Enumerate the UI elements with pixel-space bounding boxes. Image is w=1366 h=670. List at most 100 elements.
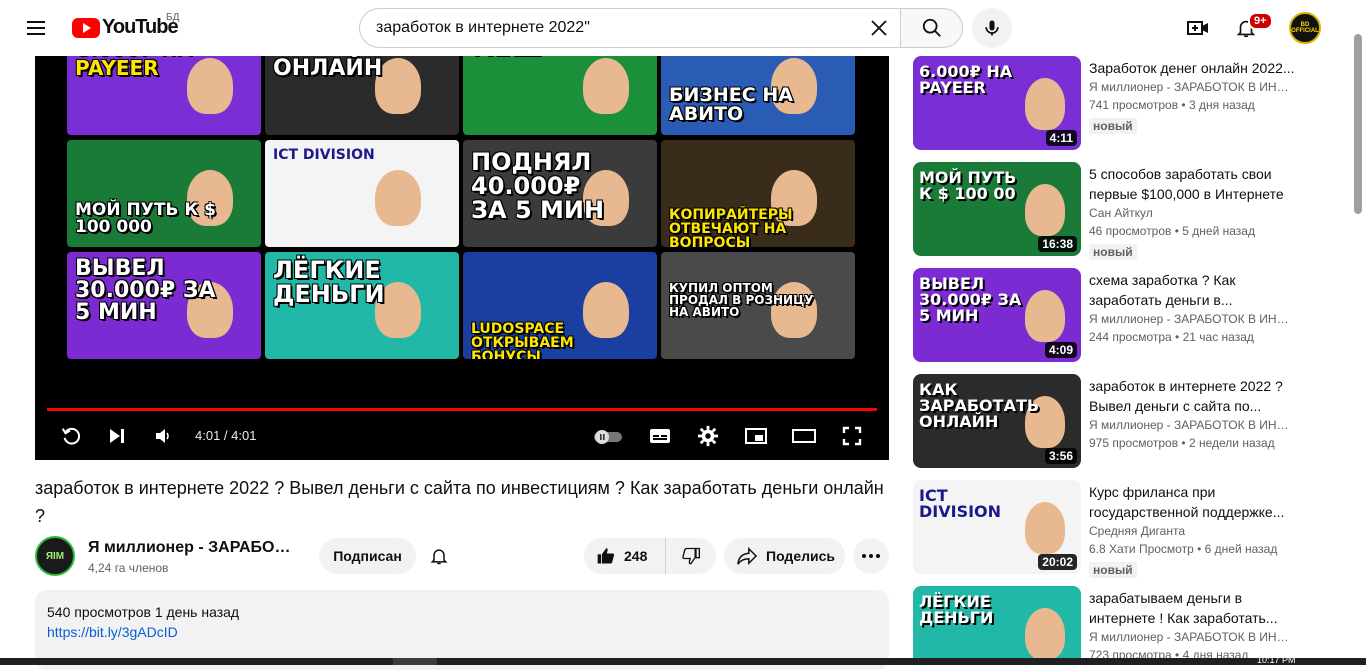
thumbnail-caption: ВЫВЕЛ 30.000₽ ЗА 5 МИН <box>919 274 1022 325</box>
view-count: 975 просмотров <box>1089 436 1179 450</box>
recommendation-thumbnail[interactable]: ICT DIVISION 20:02 <box>913 480 1081 574</box>
end-screen-video[interactable]: МОЙ ПУТЬ К $ 100 000 <box>67 140 261 247</box>
miniplayer-icon <box>745 428 767 444</box>
recommendation-title[interactable]: Курс фриланса при государственной поддер… <box>1089 482 1299 522</box>
recommendation-channel[interactable]: Я миллионер - ЗАРАБОТОК В ИНТ... <box>1089 80 1289 94</box>
thumbnail-person <box>1025 184 1065 236</box>
skip-next-icon <box>110 429 124 443</box>
close-icon <box>871 20 887 36</box>
recommendation-thumbnail[interactable]: 6.000₽ НА PAYEER 4:11 <box>913 56 1081 150</box>
recommendation-item[interactable]: ВЫВЕЛ 30.000₽ ЗА 5 МИН 4:09 схема заработк… <box>913 268 1338 364</box>
recommendation-title[interactable]: 5 способов заработать свои первые $100,0… <box>1089 164 1299 204</box>
next-button[interactable] <box>105 418 129 454</box>
end-screen-caption: ЛЁГКИЕ ДЕНЬГИ <box>273 256 385 308</box>
recommendation-meta: 975 просмотров • 2 недели назад <box>1089 436 1275 450</box>
recommendation-title[interactable]: Заработок денег онлайн 2022... <box>1089 58 1299 78</box>
thumbnail-person <box>375 170 421 226</box>
description-link[interactable]: https://bit.ly/3gADcID <box>47 624 877 640</box>
video-player[interactable]: 8.000₽ НА PAYEER ЗАРАБОТАТЬ ОНЛАЙН КЕШ БИЗН… <box>35 56 889 460</box>
create-video-button[interactable] <box>1178 8 1218 48</box>
subscribed-button[interactable]: Подписан <box>319 538 416 574</box>
share-button[interactable]: Поделись <box>724 538 845 574</box>
view-count: 244 просмотра <box>1089 330 1172 344</box>
thumbnail-caption: МОЙ ПУТЬ К $ 100 00 <box>919 168 1017 203</box>
upload-age: 3 дня назад <box>1188 98 1255 112</box>
microphone-icon <box>985 20 999 36</box>
channel-name[interactable]: Я миллионер - ЗАРАБОТОК В ИНТЕРНЕТЕ <box>88 539 298 557</box>
miniplayer-button[interactable] <box>743 418 769 454</box>
account-avatar[interactable]: BD OFFICIAL <box>1289 12 1321 44</box>
theater-mode-button[interactable] <box>791 418 817 454</box>
recommendation-title[interactable]: схема заработка ? Как заработать деньги … <box>1089 270 1299 310</box>
recommendation-channel[interactable]: Средняя Диганта <box>1089 524 1289 538</box>
youtube-logo[interactable]: YouTube БД <box>72 12 179 39</box>
region-code: БД <box>166 12 180 23</box>
recommendation-channel[interactable]: Я миллионер - ЗАРАБОТОК В ИНТ... <box>1089 312 1289 326</box>
end-screen-video[interactable]: 8.000₽ НА PAYEER <box>67 56 261 135</box>
end-screen-video[interactable]: КОПИРАЙТЕРЫ ОТВЕЧАЮТ НА ВОПРОСЫ <box>661 140 855 247</box>
recommendation-item[interactable]: ICT DIVISION 20:02 Курс фриланса при госуд… <box>913 480 1338 578</box>
end-screen-video[interactable]: LUDOSPACE ОТКРЫВАЕМ БОНУСЫ <box>463 252 657 359</box>
fullscreen-button[interactable] <box>839 418 865 454</box>
thumbnail-caption: ICT DIVISION <box>919 486 1002 521</box>
video-plus-icon <box>1187 21 1208 35</box>
end-screen-video[interactable]: КЕШ <box>463 56 657 135</box>
end-screen-caption: 8.000₽ НА PAYEER <box>75 56 191 80</box>
bell-icon <box>430 549 448 565</box>
menu-button[interactable] <box>16 8 56 48</box>
page-scrollbar[interactable] <box>1352 30 1362 665</box>
recommendation-thumbnail[interactable]: МОЙ ПУТЬ К $ 100 00 16:38 <box>913 162 1081 256</box>
recommendation-thumbnail[interactable]: ВЫВЕЛ 30.000₽ ЗА 5 МИН 4:09 <box>913 268 1081 362</box>
end-screen-video[interactable]: ПОДНЯЛ 40.000₽ ЗА 5 МИН <box>463 140 657 247</box>
video-duration: 4:11 <box>1045 130 1077 146</box>
end-screen-video[interactable]: ЗАРАБОТАТЬ ОНЛАЙН <box>265 56 459 135</box>
end-screen-video[interactable]: КУПИЛ ОПТОМ ПРОДАЛ В РОЗНИЦУ НА АВИТО <box>661 252 855 359</box>
recommendation-title[interactable]: зарабатываем деньги в интернете ! Как за… <box>1089 588 1299 628</box>
channel-notifications-button[interactable] <box>423 540 455 572</box>
replay-button[interactable] <box>57 418 85 454</box>
recommendation-item[interactable]: КАК ЗАРАБОТАТЬ ОНЛАЙН 3:56 заработок в инт… <box>913 374 1338 470</box>
recommendation-channel[interactable]: Сан Айткул <box>1089 206 1289 220</box>
progress-bar[interactable] <box>47 408 877 411</box>
more-actions-button[interactable] <box>853 538 889 574</box>
autoplay-toggle[interactable] <box>591 418 625 454</box>
recommendations-sidebar: 6.000₽ НА PAYEER 4:11 Заработок денег онла… <box>913 56 1338 665</box>
thumbnail-caption: 6.000₽ НА PAYEER <box>919 62 1013 97</box>
subtitles-icon <box>650 429 670 443</box>
recommendation-title[interactable]: заработок в интернете 2022 ? Вывел деньг… <box>1089 376 1299 416</box>
recommendation-channel[interactable]: Я миллионер - ЗАРАБОТОК В ИНТ... <box>1089 418 1289 432</box>
taskbar-active-app[interactable] <box>393 658 437 665</box>
end-screen-video[interactable]: ЛЁГКИЕ ДЕНЬГИ <box>265 252 459 359</box>
view-count: 6.8 Хати Просмотр <box>1089 542 1194 556</box>
end-screen-video[interactable]: БИЗНЕС НА АВИТО <box>661 56 855 135</box>
replay-icon <box>61 427 81 445</box>
thumbnail-caption: КАК ЗАРАБОТАТЬ ОНЛАЙН <box>919 380 1040 431</box>
end-screen-video[interactable]: ICT DIVISION <box>265 140 459 247</box>
search-button[interactable] <box>900 8 963 48</box>
scrollbar-thumb[interactable] <box>1354 34 1362 214</box>
end-screen-caption: LUDOSPACE ОТКРЫВАЕМ БОНУСЫ <box>471 321 574 359</box>
recommendation-item[interactable]: 6.000₽ НА PAYEER 4:11 Заработок денег онла… <box>913 56 1338 152</box>
volume-button[interactable] <box>151 418 175 454</box>
end-screen-video[interactable]: ВЫВЕЛ 30.000₽ ЗА 5 МИН <box>67 252 261 359</box>
settings-button[interactable] <box>695 418 721 454</box>
thumbnail-person <box>1025 502 1065 554</box>
voice-search-button[interactable] <box>972 8 1012 48</box>
separator-dot: • <box>1178 98 1189 112</box>
dislike-button[interactable] <box>666 538 716 574</box>
recommendation-meta: 244 просмотра • 21 час назад <box>1089 330 1254 344</box>
recommendation-item[interactable]: ЛЁГКИЕ ДЕНЬГИ5:01зарабатываем деньги в и… <box>913 586 1338 665</box>
thumbs-down-icon <box>682 547 700 565</box>
description-meta: 540 просмотров 1 день назад <box>47 604 240 620</box>
like-count: 248 <box>624 548 648 564</box>
clear-search-button[interactable] <box>864 13 894 43</box>
recommendation-thumbnail[interactable]: ЛЁГКИЕ ДЕНЬГИ5:01 <box>913 586 1081 665</box>
notifications-button[interactable]: 9+ <box>1226 8 1273 48</box>
subtitles-button[interactable] <box>647 418 673 454</box>
recommendation-channel[interactable]: Я миллионер - ЗАРАБОТОК В ИНТ... <box>1089 630 1289 644</box>
channel-avatar[interactable]: ЯIM <box>35 536 75 576</box>
recommendation-item[interactable]: МОЙ ПУТЬ К $ 100 00 16:38 5 способов зараб… <box>913 162 1338 260</box>
recommendation-thumbnail[interactable]: КАК ЗАРАБОТАТЬ ОНЛАЙН 3:56 <box>913 374 1081 468</box>
search-input[interactable] <box>376 19 866 37</box>
like-button[interactable]: 248 <box>584 538 666 574</box>
